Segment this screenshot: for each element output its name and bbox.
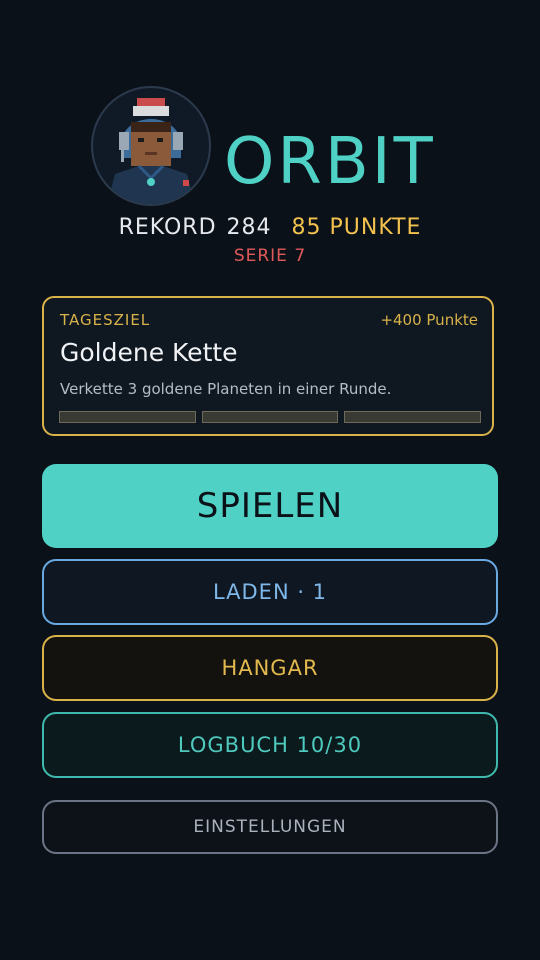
points-value: 85 PUNKTE	[291, 215, 422, 240]
daily-goal-name: Goldene Kette	[60, 338, 238, 367]
hangar-button[interactable]: HANGAR	[42, 635, 498, 701]
streak-label: SERIE 7	[233, 246, 307, 266]
record-value: 284	[226, 215, 272, 240]
pilot-avatar-icon	[91, 86, 211, 206]
record-label: REKORD	[118, 215, 217, 240]
progress-segment	[201, 411, 339, 423]
daily-goal-description: Verkette 3 goldene Planeten in einer Run…	[60, 380, 392, 398]
progress-segment	[59, 411, 196, 423]
header: ORBIT REKORD 284 85 PUNKTE SERIE 7	[0, 0, 540, 280]
play-button[interactable]: SPIELEN	[42, 464, 498, 548]
game-title: ORBIT	[224, 125, 436, 199]
daily-goal-card: TAGESZIEL +400 Punkte Goldene Kette Verk…	[42, 296, 494, 436]
stats-line: REKORD 284 85 PUNKTE	[0, 212, 540, 244]
daily-goal-reward: +400 Punkte	[380, 311, 478, 329]
logbook-button[interactable]: LOGBUCH 10/30	[42, 712, 498, 778]
daily-goal-label: TAGESZIEL	[60, 311, 151, 329]
progress-segment	[344, 411, 482, 423]
settings-button[interactable]: EINSTELLUNGEN	[42, 800, 498, 854]
daily-goal-progress	[59, 411, 482, 423]
load-button[interactable]: LADEN · 1	[42, 559, 498, 625]
